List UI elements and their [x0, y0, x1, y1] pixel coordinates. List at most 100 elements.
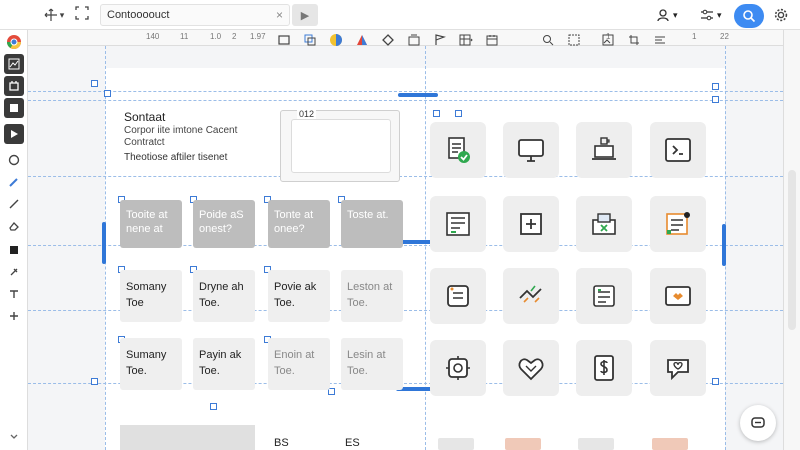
bottom-card[interactable]	[120, 425, 255, 450]
selection-handle[interactable]	[712, 378, 719, 385]
document-title-tab[interactable]: Contoooouct ×	[100, 4, 290, 26]
flag-icon[interactable]	[431, 31, 449, 49]
align-icon[interactable]	[651, 31, 669, 49]
bottom-label: BS	[274, 437, 289, 449]
settings-chip-icon[interactable]	[430, 340, 486, 396]
selection-handle[interactable]	[712, 83, 719, 90]
light-card[interactable]: Dryne ah Toe.	[193, 270, 255, 322]
dropdown-caret: ▾	[717, 9, 722, 20]
color-picker-icon[interactable]	[353, 31, 371, 49]
light-card[interactable]: Povie ak Toe.	[268, 270, 330, 322]
text-input-frame[interactable]: 012	[280, 109, 400, 182]
card-line: Tonte at	[274, 209, 314, 221]
square-tool-icon[interactable]	[4, 240, 24, 260]
calendar-icon[interactable]	[483, 31, 501, 49]
card-line: Toe.	[274, 297, 295, 309]
monitor-icon[interactable]	[503, 122, 559, 178]
user-icon	[657, 9, 669, 22]
frame-icon[interactable]	[430, 268, 486, 324]
image-icon[interactable]	[4, 54, 24, 74]
laptop-mug-icon[interactable]	[576, 122, 632, 178]
monitor-heart-icon[interactable]	[650, 268, 706, 324]
selection-handle[interactable]	[104, 90, 111, 97]
report-icon[interactable]	[576, 268, 632, 324]
icon-tile-partial[interactable]	[578, 438, 614, 450]
color-fill-icon[interactable]	[327, 31, 345, 49]
chevron-down-icon[interactable]	[4, 426, 24, 446]
plus-icon[interactable]	[4, 306, 24, 326]
dropdown-caret: ▾	[673, 9, 678, 20]
play-button[interactable]: ▶	[292, 4, 318, 26]
tool-box-icon[interactable]	[576, 196, 632, 252]
chrome-icon[interactable]	[4, 32, 24, 52]
grey-card[interactable]: Poide aS onest?	[193, 200, 255, 248]
light-card[interactable]: Enoin at Toe.	[268, 338, 330, 390]
frame-icon[interactable]	[74, 5, 94, 25]
icon-tile-partial[interactable]	[652, 438, 688, 450]
form-list-icon[interactable]	[430, 196, 486, 252]
plus-box-icon[interactable]	[503, 196, 559, 252]
ruler-tick: 2	[232, 32, 237, 41]
chat-heart-icon[interactable]	[650, 340, 706, 396]
search-button[interactable]	[734, 4, 764, 28]
layers-icon[interactable]	[4, 98, 24, 118]
section-subheading: Corpor iite imtone Cacent	[124, 125, 238, 136]
light-card[interactable]: Sumany Toe.	[120, 338, 182, 390]
rectangle-icon[interactable]	[275, 31, 293, 49]
table-icon[interactable]	[457, 31, 475, 49]
sliders-menu-button[interactable]: ▾	[700, 6, 730, 24]
ruler-tick: 140	[146, 32, 160, 41]
chat-button[interactable]	[740, 405, 776, 441]
chart-spark-icon[interactable]	[503, 268, 559, 324]
vertical-scrollbar[interactable]	[783, 30, 800, 450]
dollar-doc-icon[interactable]	[576, 340, 632, 396]
zoom-icon[interactable]	[539, 31, 557, 49]
plugin-icon[interactable]	[4, 76, 24, 96]
card-line: Leston at	[347, 281, 393, 293]
crop-icon[interactable]	[625, 31, 643, 49]
selection-handle[interactable]	[91, 80, 98, 87]
light-card[interactable]: Payin ak Toe.	[193, 338, 255, 390]
grey-card[interactable]: Toste at.	[341, 200, 403, 248]
grey-card[interactable]: Tooite at nene at	[120, 200, 182, 248]
selection-handle[interactable]	[455, 110, 462, 117]
eraser-icon[interactable]	[4, 216, 24, 236]
puzzle-heart-icon[interactable]	[503, 340, 559, 396]
selection-handle[interactable]	[210, 403, 217, 410]
code-window-icon[interactable]	[650, 122, 706, 178]
text-input[interactable]	[291, 119, 391, 173]
light-card[interactable]: Somany Toe	[120, 270, 182, 322]
transform-icon[interactable]	[565, 31, 583, 49]
document-title: Contoooouct	[107, 9, 170, 21]
text-tool-icon[interactable]	[4, 284, 24, 304]
checklist-icon[interactable]	[650, 196, 706, 252]
grey-card[interactable]: Tonte at onee?	[268, 200, 330, 248]
light-card[interactable]: Leston at Toe.	[341, 270, 403, 322]
user-menu-button[interactable]: ▾	[656, 6, 686, 24]
card-line: Toe.	[274, 365, 295, 377]
image-insert-icon[interactable]	[599, 31, 617, 49]
copy-icon[interactable]	[301, 31, 319, 49]
icon-tile-partial[interactable]	[438, 438, 474, 450]
selection-handle[interactable]	[91, 378, 98, 385]
top-toolbar: ▾ Contoooouct × ▶ ▾ ▾	[0, 0, 800, 30]
doc-check-icon[interactable]	[430, 122, 486, 178]
line-tool-icon[interactable]	[4, 194, 24, 214]
scroll-thumb[interactable]	[788, 170, 796, 330]
light-card[interactable]: Lesin at Toe.	[341, 338, 403, 390]
brush-icon[interactable]	[4, 262, 24, 282]
card-line: Toe.	[126, 365, 147, 377]
settings-icon[interactable]	[774, 8, 790, 24]
shape-icon[interactable]	[379, 31, 397, 49]
play-icon[interactable]	[4, 124, 24, 144]
selection-handle[interactable]	[433, 110, 440, 117]
circle-tool-icon[interactable]	[4, 150, 24, 170]
pen-icon[interactable]	[4, 172, 24, 192]
icon-tile-partial[interactable]	[505, 438, 541, 450]
group-icon[interactable]	[405, 31, 423, 49]
card-line: Toe.	[347, 365, 368, 377]
selection-handle[interactable]	[712, 96, 719, 103]
card-line: Payin ak	[199, 349, 242, 361]
move-tool-button[interactable]: ▾	[40, 4, 68, 26]
close-icon[interactable]: ×	[276, 8, 283, 22]
